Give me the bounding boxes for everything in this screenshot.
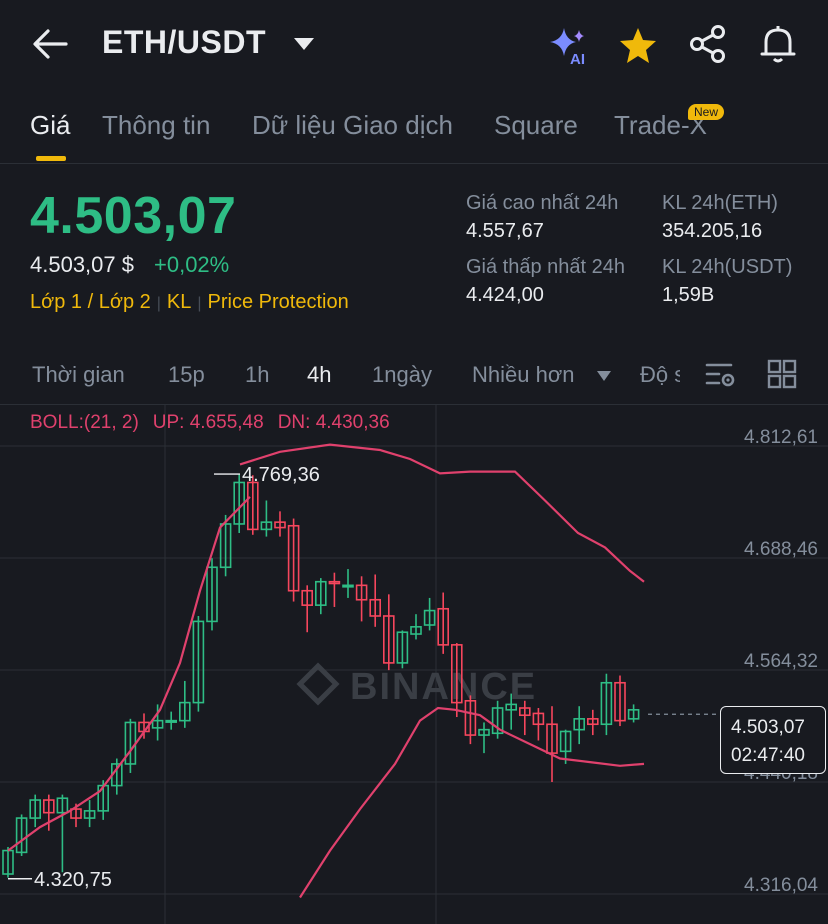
interval-more[interactable]: Nhiều hơn	[472, 362, 575, 388]
interval-depth[interactable]: Độ s	[640, 362, 680, 388]
tab-info[interactable]: Thông tin	[102, 110, 210, 141]
active-tab-indicator	[36, 156, 66, 161]
high-24h-label: Giá cao nhất 24h	[466, 192, 619, 214]
binance-watermark: BINANCE	[350, 666, 537, 708]
star-icon[interactable]	[618, 26, 658, 64]
pair-title[interactable]: ETH/USDT	[102, 24, 266, 61]
layer-tag[interactable]: Lớp 1 / Lớp 2	[30, 291, 151, 314]
interval-1h[interactable]: 1h	[245, 362, 269, 388]
candle-body	[342, 584, 354, 588]
y-axis-tick-label: 4.564,32	[744, 651, 818, 672]
ai-sparkle-icon[interactable]: AI	[546, 24, 590, 66]
tab-trading-data[interactable]: Dữ liệu Giao dịch	[252, 110, 453, 141]
y-axis-tick-label: 4.316,04	[744, 875, 818, 896]
high-24h-value: 4.557,67	[466, 220, 544, 242]
vol-eth-label: KL 24h(ETH)	[662, 192, 778, 214]
current-price-value: 4.503,07	[731, 717, 805, 738]
interval-time[interactable]: Thời gian	[32, 362, 125, 388]
chart-settings-icon[interactable]	[704, 358, 738, 390]
interval-1d[interactable]: 1ngày	[372, 362, 432, 388]
y-axis-tick-label: 4.812,61	[744, 427, 818, 448]
low-24h-label: Giá thấp nhất 24h	[466, 256, 626, 278]
kl-tag[interactable]: KL	[167, 291, 191, 314]
bell-icon[interactable]	[758, 24, 798, 64]
candle-countdown: 02:47:40	[731, 745, 805, 766]
grid-layout-icon[interactable]	[766, 358, 798, 390]
low-24h-value: 4.424,00	[466, 284, 544, 306]
caret-down-icon[interactable]	[292, 36, 316, 52]
price-change: +0,02%	[154, 252, 230, 277]
boll-indicator-row[interactable]: BOLL:(21, 2) UP: 4.655,48 DN: 4.430,36	[30, 412, 404, 434]
price-usd: 4.503,07 $	[30, 252, 134, 277]
back-arrow-icon[interactable]	[30, 26, 70, 62]
boll-lower-band	[299, 706, 645, 899]
interval-4h[interactable]: 4h	[307, 362, 331, 388]
tag-row: Lớp 1 / Lớp 2 | KL | Price Protection	[30, 291, 349, 314]
current-price-label: 4.503,07 02:47:40	[720, 706, 826, 774]
binance-logo-icon	[296, 662, 340, 706]
price-protection-tag[interactable]: Price Protection	[208, 291, 349, 314]
tag-separator: |	[156, 295, 161, 312]
boll-params: BOLL:(21, 2)	[30, 412, 139, 433]
tab-price[interactable]: Giá	[30, 110, 70, 141]
share-icon[interactable]	[688, 24, 728, 64]
candle-body	[165, 719, 177, 723]
tab-bar: Giá Thông tin Dữ liệu Giao dịch Square T…	[0, 96, 828, 164]
interval-15m[interactable]: 15p	[168, 362, 205, 388]
y-axis-tick-label: 4.688,46	[744, 539, 818, 560]
last-price: 4.503,07	[30, 187, 237, 245]
top-bar: ETH/USDT AI	[0, 0, 828, 88]
boll-middle-band	[7, 496, 251, 852]
vol-usdt-label: KL 24h(USDT)	[662, 256, 793, 278]
ai-badge: AI	[570, 51, 585, 66]
tab-square[interactable]: Square	[494, 110, 578, 141]
vol-eth-value: 354.205,16	[662, 220, 763, 242]
candlestick-chart[interactable]: BINANCE4.812,614.688,464.564,324.440,184…	[0, 404, 828, 924]
tag-separator: |	[197, 295, 202, 312]
vol-usdt-value: 1,59B	[662, 284, 715, 306]
new-badge: New	[688, 104, 725, 120]
boll-dn: DN: 4.430,36	[277, 412, 390, 433]
caret-down-icon[interactable]	[596, 370, 612, 382]
boll-up: UP: 4.655,48	[152, 412, 264, 433]
max-price-label: 4.769,36	[242, 464, 320, 486]
min-price-label: 4.320,75	[34, 869, 112, 891]
